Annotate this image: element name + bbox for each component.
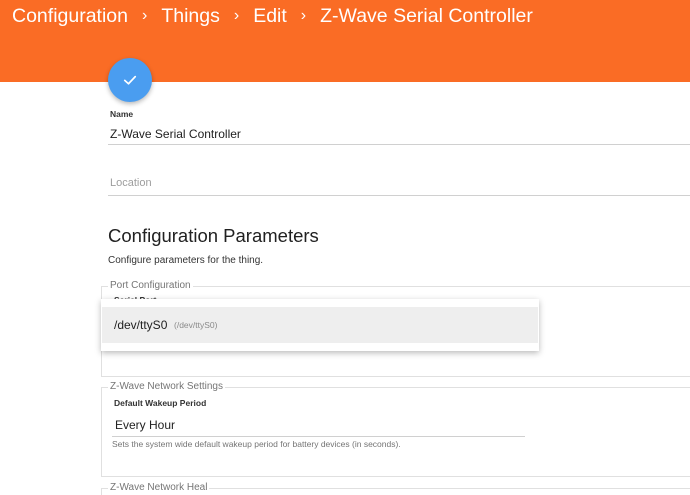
network-settings-legend: Z-Wave Network Settings: [108, 381, 225, 392]
serial-port-option-value: (/dev/ttyS0): [174, 320, 218, 330]
breadcrumb-things[interactable]: Things: [161, 5, 220, 28]
wakeup-period-description: Sets the system wide default wakeup peri…: [112, 439, 401, 449]
network-heal-legend: Z-Wave Network Heal: [108, 482, 210, 493]
serial-port-dropdown: /dev/ttyS0 (/dev/ttyS0): [101, 299, 539, 351]
name-input[interactable]: Z-Wave Serial Controller: [110, 127, 241, 141]
config-parameters-title: Configuration Parameters: [108, 225, 319, 246]
serial-port-option[interactable]: /dev/ttyS0 (/dev/ttyS0): [102, 307, 538, 343]
breadcrumb-separator: ›: [300, 7, 307, 24]
breadcrumb-current-thing: Z-Wave Serial Controller: [320, 4, 533, 27]
app-header: Configuration › Things › Edit › Z-Wave S…: [0, 0, 690, 82]
wakeup-period-label: Default Wakeup Period: [114, 398, 207, 408]
breadcrumb-separator: ›: [142, 7, 148, 24]
location-input-underline: [108, 195, 690, 196]
save-button[interactable]: [108, 58, 152, 102]
breadcrumb: Configuration › Things › Edit › Z-Wave S…: [12, 4, 533, 28]
wakeup-period-underline: [112, 436, 525, 437]
serial-port-option-label: /dev/ttyS0: [114, 318, 168, 332]
breadcrumb-configuration[interactable]: Configuration: [12, 5, 128, 28]
check-icon: [123, 75, 137, 85]
breadcrumb-separator: ›: [233, 7, 240, 24]
port-configuration-legend: Port Configuration: [108, 280, 193, 291]
wakeup-period-select[interactable]: Every Hour: [115, 418, 175, 432]
location-input[interactable]: Location: [110, 177, 152, 189]
name-input-underline: [108, 144, 690, 145]
breadcrumb-edit[interactable]: Edit: [253, 5, 287, 28]
config-parameters-description: Configure parameters for the thing.: [108, 255, 264, 266]
name-field-label: Name: [110, 109, 134, 119]
